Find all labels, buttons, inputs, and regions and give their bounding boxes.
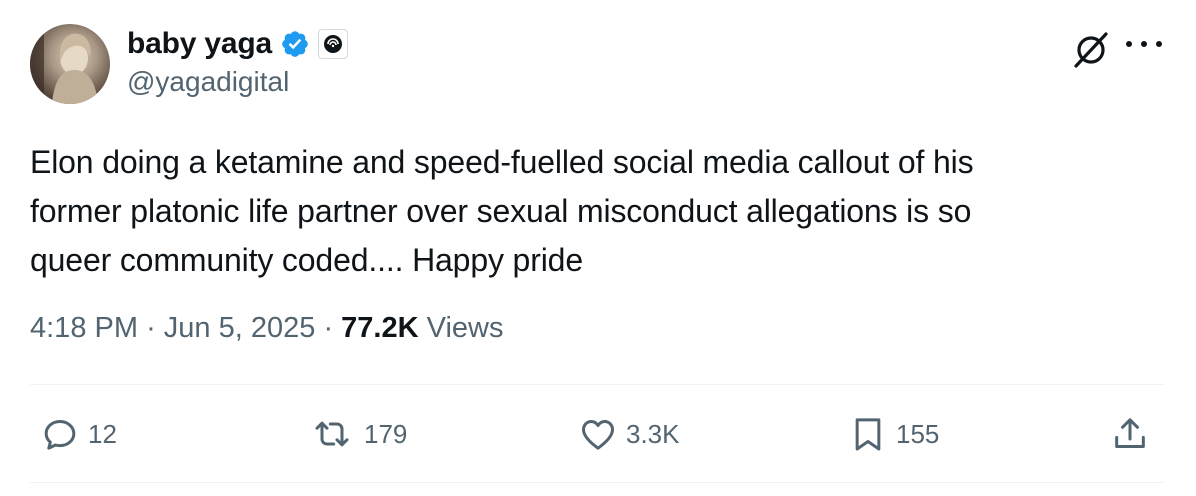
verified-badge-icon[interactable] [280,29,310,59]
bookmark-button[interactable]: 155 [848,412,939,456]
more-options-icon[interactable] [1126,32,1162,56]
bookmark-count: 155 [896,418,940,449]
tweet-time[interactable]: 4:18 PM [30,312,138,344]
user-block: baby yaga @yagadigital [127,24,348,98]
reply-icon [40,414,80,454]
divider [30,384,1164,385]
divider [30,482,1164,483]
display-name[interactable]: baby yaga [127,27,272,61]
grok-icon[interactable] [1070,28,1112,70]
bookmark-icon [848,414,888,454]
avatar[interactable] [30,24,110,104]
avatar-image [30,24,98,104]
like-button[interactable]: 3.3K [578,412,680,456]
repost-icon [308,414,356,454]
tweet-card: baby yaga @yagadigital Elon doing a keta… [0,0,1196,496]
heart-icon [578,414,618,454]
reply-button[interactable]: 12 [40,412,117,456]
views-count[interactable]: 77.2K [341,312,418,344]
views-label: Views [426,312,504,344]
tweet-date[interactable]: Jun 5, 2025 [164,312,316,344]
name-row: baby yaga [127,24,348,64]
tweet-meta: 4:18 PM · Jun 5, 2025 · 77.2K Views [30,312,503,345]
affiliate-badge-icon[interactable] [317,29,348,59]
repost-count: 179 [364,418,408,449]
tweet-text: Elon doing a ketamine and speed-fuelled … [30,144,974,278]
repost-button[interactable]: 179 [308,412,407,456]
meta-separator: · [323,312,334,344]
meta-separator: · [146,312,156,344]
share-icon [1110,414,1150,454]
like-count: 3.3K [626,418,680,449]
user-handle[interactable]: @yagadigital [127,66,348,98]
reply-count: 12 [88,418,117,449]
share-button[interactable] [1110,412,1150,456]
